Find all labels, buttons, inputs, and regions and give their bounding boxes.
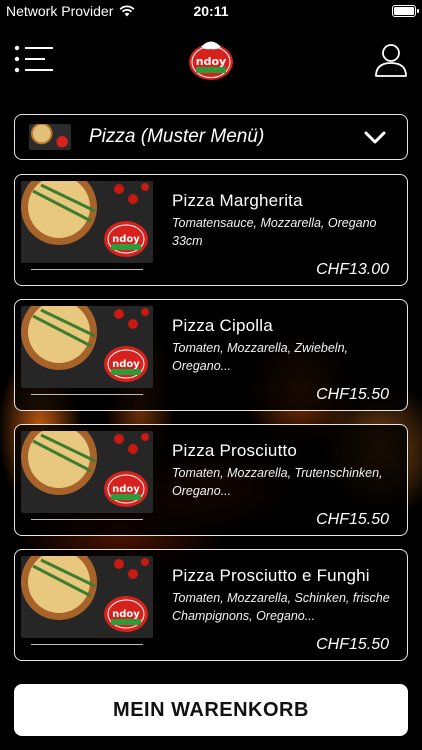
divider [31,519,143,520]
product-price: CHF15.50 [316,636,389,653]
carrier-label: Network Provider [6,3,114,19]
pizza-image: ndoy [21,556,153,638]
product-name: Pizza Margherita [172,191,303,210]
logo-text: ndoy [112,609,140,620]
product-price: CHF13.00 [316,261,389,278]
restaurant-logo: ndoy [187,38,235,82]
user-profile-button[interactable] [374,42,408,78]
product-card[interactable]: ndoy Pizza Margherita Tomatensauce, Mozz… [14,174,408,286]
pizza-image: ndoy [21,181,153,263]
product-name: Pizza Prosciutto [172,441,298,460]
product-list: ndoy Pizza Margherita Tomatensauce, Mozz… [14,174,408,674]
cart-button[interactable]: MEIN WARENKORB [14,684,408,736]
logo-text: ndoy [196,55,226,68]
logo-text: ndoy [112,484,140,495]
cart-button-label: MEIN WARENKORB [113,698,309,721]
battery-icon [392,5,419,17]
list-menu-icon [14,45,53,73]
logo-text: ndoy [112,234,140,245]
wifi-icon [119,5,135,17]
status-bar: Network Provider 20:11 [0,0,422,22]
logo-text: ndoy [112,359,140,370]
divider [31,394,143,395]
product-card[interactable]: ndoy Pizza Cipolla Tomaten, Mozzarella, … [14,299,408,411]
category-label: Pizza (Muster Menü) [89,126,265,147]
pizza-image: ndoy [21,431,153,513]
category-selector[interactable]: Pizza (Muster Menü) [14,114,408,160]
product-price: CHF15.50 [316,511,389,528]
chevron-down-icon [364,131,386,144]
menu-button[interactable] [14,44,54,74]
divider [31,644,143,645]
product-card[interactable]: ndoy Pizza Prosciutto Tomaten, Mozzarell… [14,424,408,536]
user-profile-icon [375,44,407,77]
product-name: Pizza Prosciutto e Funghi [172,566,370,585]
divider [31,269,143,270]
product-description: Tomaten, Mozzarella, Schinken, frische C… [172,591,390,623]
product-description: Tomatensauce, Mozzarella, Oregano 33cm [172,216,377,248]
product-price: CHF15.50 [316,386,389,403]
product-description: Tomaten, Mozzarella, Trutenschinken, Ore… [172,466,383,498]
product-card[interactable]: ndoy Pizza Prosciutto e Funghi Tomaten, … [14,549,408,661]
pizza-image: ndoy [21,306,153,388]
product-description: Tomaten, Mozzarella, Zwiebeln, Oregano..… [172,341,349,373]
product-name: Pizza Cipolla [172,316,273,335]
category-thumbnail [29,124,71,150]
app-header: ndoy [0,22,422,102]
